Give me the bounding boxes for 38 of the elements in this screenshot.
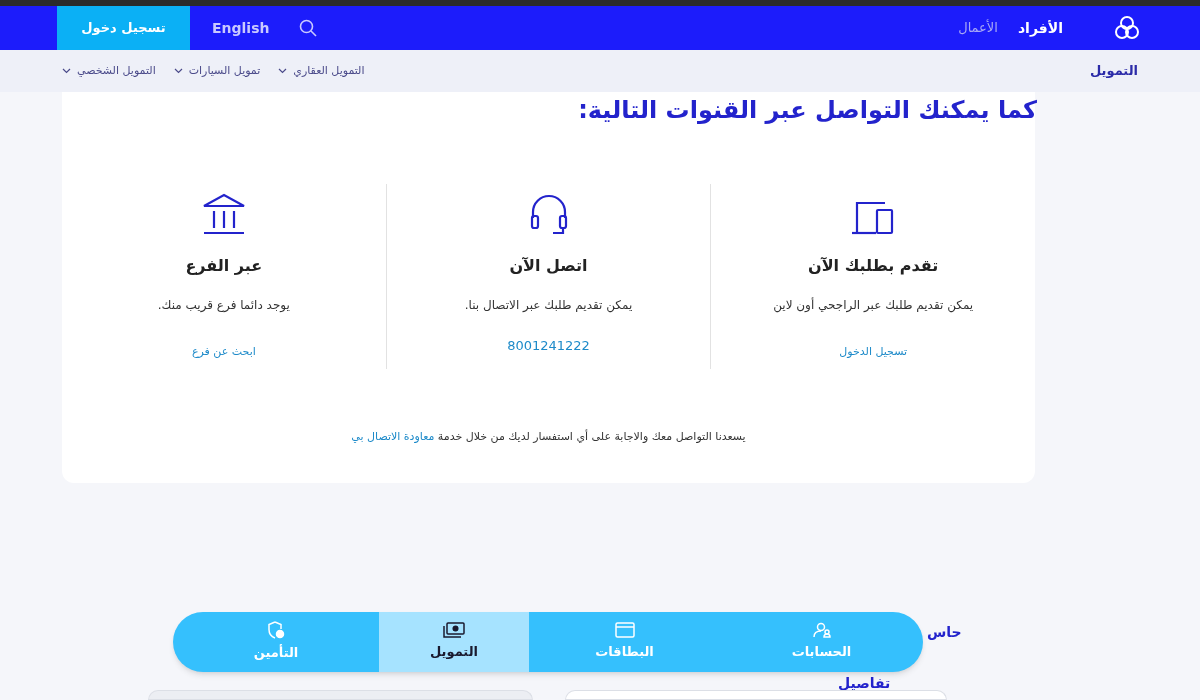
nav-tab[interactable]: التأمين (173, 612, 379, 672)
shield-icon (267, 621, 285, 640)
callback-link[interactable]: معاودة الاتصال بي (351, 430, 435, 443)
search-icon[interactable] (299, 19, 318, 37)
language-link[interactable]: English (212, 17, 270, 39)
cash-icon (443, 622, 465, 639)
chevron-down-icon (62, 68, 71, 74)
nav-tab[interactable]: التمويل (379, 612, 529, 672)
channel-title: تقدم بطلبك الآن (808, 255, 939, 277)
nav-tab[interactable]: الحسابات (720, 612, 923, 672)
users-icon (811, 622, 832, 639)
chevron-down-icon (173, 68, 183, 74)
channel-link[interactable]: ابحث عن فرع (191, 344, 256, 361)
chevron-down-icon (278, 68, 288, 74)
section-title: التمويل (1090, 62, 1138, 81)
channel-title: اتصل الآن (509, 255, 588, 277)
channel-description: يوجد دائما فرع قريب منك. (157, 297, 290, 314)
segment-tab[interactable]: الأفراد (1017, 17, 1063, 39)
nav-tab[interactable]: البطاقات (529, 612, 720, 672)
segment-tab[interactable]: الأعمال (958, 18, 998, 38)
logo-icon[interactable] (1113, 14, 1141, 42)
section-heading: كما يمكنك التواصل عبر القنوات التالية: (578, 95, 1037, 126)
details-heading: تفاصيل (838, 674, 891, 693)
dropdown-menu[interactable]: التمويل العقاري (278, 62, 365, 80)
bank-icon (201, 192, 246, 236)
headset-icon (528, 192, 569, 236)
channel-description: يمكن تقديم طلبك عبر الراجحي أون لاين (773, 296, 974, 314)
devices-icon (851, 200, 896, 236)
channel-description: يمكن تقديم طلبك عبر الاتصال بنا. (464, 297, 633, 314)
channel-link[interactable]: 8001241222 (507, 336, 590, 356)
channel-title: عبر الفرع (185, 255, 263, 277)
card-icon (614, 622, 635, 639)
dropdown-menu[interactable]: تمويل السيارات (173, 62, 261, 80)
channel-link[interactable]: تسجيل الدخول (839, 344, 908, 361)
dropdown-menu[interactable]: التمويل الشخصي (62, 62, 156, 80)
login-button[interactable]: تسجيل دخول (57, 6, 190, 50)
calculator-heading: حاس (927, 623, 962, 642)
contact-note: يسعدنا التواصل معك والاجابة على أي استفسار لديك من خلال خدمة معاودة الاتصال بي (350, 429, 747, 445)
